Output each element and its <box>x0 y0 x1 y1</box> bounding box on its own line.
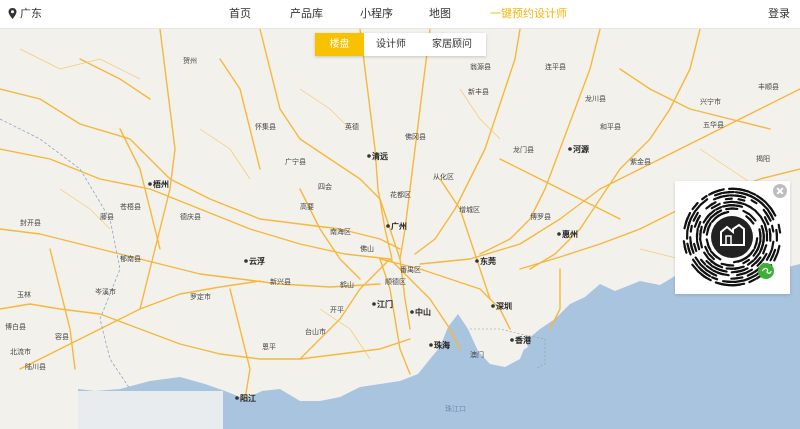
place-label: 花都区 <box>390 190 411 199</box>
close-icon[interactable] <box>773 184 787 198</box>
city-label: 东莞 <box>480 256 496 266</box>
place-label: 番禺区 <box>400 266 421 274</box>
city-label: 惠州 <box>562 229 578 239</box>
city-label: 清远 <box>372 151 388 161</box>
place-label: 丰顺县 <box>758 82 779 91</box>
place-label: 玉林 <box>17 290 31 299</box>
nav-map[interactable]: 地图 <box>429 5 451 21</box>
place-label: 博罗县 <box>530 212 551 221</box>
city-label: 梧州 <box>153 179 169 189</box>
place-label: 容县 <box>55 332 69 341</box>
place-label: 五华县 <box>703 120 724 129</box>
miniprogram-qr-code <box>675 181 790 294</box>
place-label: 澳门 <box>470 350 484 359</box>
place-label: 新丰县 <box>468 87 489 96</box>
city-label: 中山 <box>415 307 431 317</box>
location-pin-icon <box>8 7 17 19</box>
place-label: 苍梧县 <box>120 202 141 211</box>
place-label: 佛山 <box>360 244 374 253</box>
place-label: 翁源县 <box>470 62 491 71</box>
place-label: 恩平 <box>262 343 276 351</box>
nav-home[interactable]: 首页 <box>229 5 251 21</box>
place-label: 龙门县 <box>513 145 534 154</box>
place-label: 顺德区 <box>385 277 406 286</box>
nav-product-library[interactable]: 产品库 <box>290 5 323 21</box>
place-label: 封开县 <box>20 218 41 227</box>
place-label: 从化区 <box>433 172 454 181</box>
place-label: 兴宁市 <box>700 97 721 106</box>
place-label: 台山市 <box>305 327 326 336</box>
category-tabs: 楼盘 设计师 家居顾问 <box>315 33 486 56</box>
city-label: 河源 <box>573 144 589 154</box>
place-label: 开平 <box>330 306 344 314</box>
city-label: 珠海 <box>434 340 450 350</box>
city-label: 江门 <box>377 299 393 309</box>
place-label: 四会 <box>318 182 332 191</box>
sea-label: 珠江口 <box>445 404 466 413</box>
tab-designers[interactable]: 设计师 <box>364 33 418 56</box>
place-label: 紫金县 <box>630 157 651 166</box>
top-navigation-bar: 广东 首页 产品库 小程序 地图 一键预约设计师 登录 <box>0 0 800 29</box>
city-label: 阳江 <box>240 393 256 403</box>
place-label: 罗定市 <box>190 292 211 301</box>
place-label: 藤县 <box>100 212 114 221</box>
place-label: 怀集县 <box>255 122 276 131</box>
nav-mini-program[interactable]: 小程序 <box>360 5 393 21</box>
place-label: 鹤山 <box>340 280 354 289</box>
place-label: 博白县 <box>5 322 26 331</box>
city-label: 深圳 <box>496 301 512 311</box>
place-label: 英德 <box>345 122 359 131</box>
place-label: 岑溪市 <box>95 287 116 296</box>
place-label: 和平县 <box>600 122 621 131</box>
place-label: 德庆县 <box>180 212 201 221</box>
city-label: 云浮 <box>249 256 265 266</box>
place-label: 陆川县 <box>25 362 46 371</box>
place-label: 广宁县 <box>285 157 306 166</box>
place-label: 增城区 <box>459 205 480 214</box>
place-label: 贺州 <box>183 56 197 65</box>
tab-buildings[interactable]: 楼盘 <box>315 33 364 56</box>
place-label: 郁南县 <box>120 254 141 263</box>
city-label: 广州 <box>391 221 407 231</box>
city-label: 香港 <box>514 335 532 345</box>
place-label: 龙川县 <box>585 94 606 103</box>
place-label: 新兴县 <box>270 277 291 286</box>
place-label: 南海区 <box>330 227 351 236</box>
location-label: 广东 <box>20 7 42 20</box>
location-selector[interactable]: 广东 <box>8 5 42 21</box>
tab-home-consultant[interactable]: 家居顾问 <box>418 33 486 56</box>
place-label: 高要 <box>300 202 314 211</box>
login-link[interactable]: 登录 <box>768 5 790 21</box>
place-label: 北流市 <box>10 347 31 356</box>
nav-book-designer[interactable]: 一键预约设计师 <box>490 5 567 21</box>
place-label: 连平县 <box>545 62 566 71</box>
place-label: 揭阳 <box>756 154 770 163</box>
place-label: 佛冈县 <box>405 132 426 141</box>
